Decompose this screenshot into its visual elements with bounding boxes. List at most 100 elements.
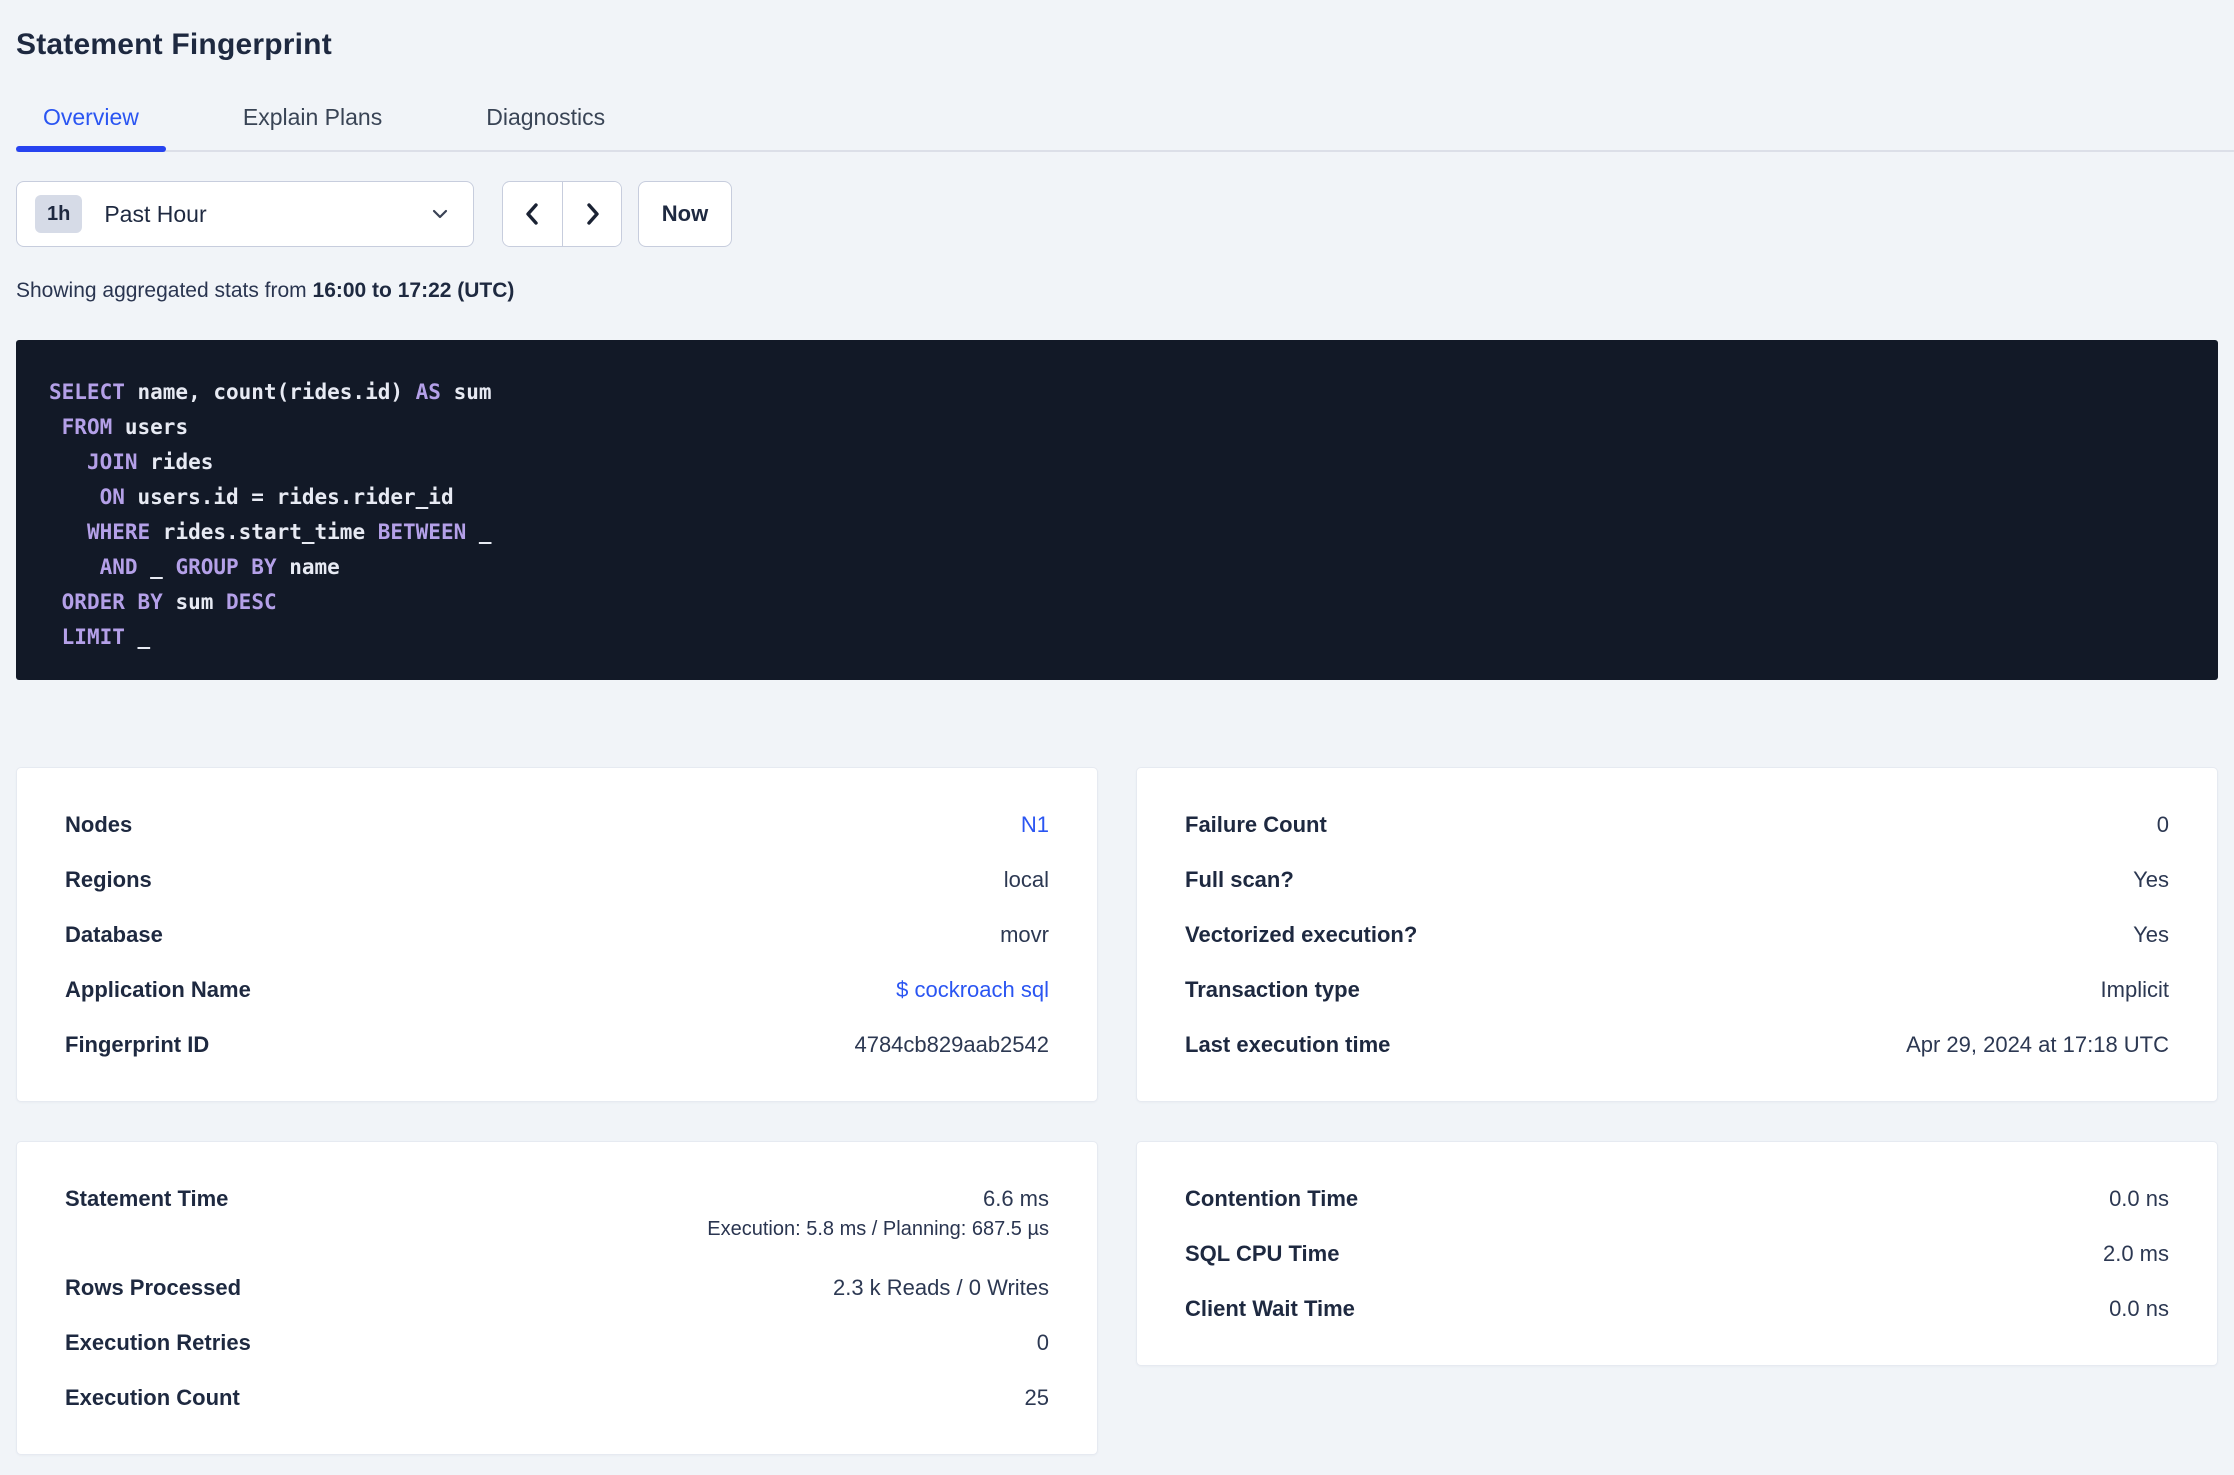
stat-value-block: 25	[1025, 1385, 1049, 1411]
stat-label: SQL CPU Time	[1185, 1240, 1340, 1266]
time-range-dropdown[interactable]: 1h Past Hour	[16, 181, 474, 247]
stat-row-statement-time: Statement Time 6.6 ms Execution: 5.8 ms / …	[65, 1171, 1049, 1260]
sql-text: sum	[162, 590, 227, 614]
stat-value: 0.0 ns	[2109, 1185, 2169, 1211]
next-range-button[interactable]	[562, 182, 621, 246]
stat-label: Vectorized execution?	[1185, 921, 1418, 947]
stat-value: Yes	[2133, 866, 2169, 892]
stat-value-block: N1	[1021, 812, 1049, 838]
stat-value: local	[1003, 866, 1049, 892]
stat-row-contention-time: Contention Time 0.0 ns	[1185, 1171, 2169, 1226]
stat-row-last-execution-time: Last execution time Apr 29, 2024 at 17:18…	[1185, 1017, 2169, 1072]
stat-value-block: 2.3 k Reads / 0 Writes	[833, 1275, 1049, 1301]
sql-text: users	[112, 415, 189, 439]
sql-text: _	[137, 555, 176, 579]
stat-label: Full scan?	[1185, 866, 1294, 892]
stat-label: Execution Retries	[65, 1329, 251, 1355]
sql-keyword: GROUP BY	[175, 555, 277, 579]
sql-keyword: ON	[99, 485, 125, 509]
stat-row-rows-processed: Rows Processed 2.3 k Reads / 0 Writes	[65, 1260, 1049, 1315]
stat-value: 2.3 k Reads / 0 Writes	[832, 1274, 1049, 1300]
tab-explain-plans[interactable]: Explain Plans	[216, 88, 409, 150]
stat-value-block: movr	[1000, 922, 1049, 948]
stat-value-link[interactable]: N1	[1021, 812, 1049, 838]
stat-value-block: 0	[2157, 812, 2169, 838]
stat-label: Regions	[65, 866, 152, 892]
stat-row-client-wait-time: Client Wait Time 0.0 ns	[1185, 1281, 2169, 1336]
sql-line: WHERE rides.start_time BETWEEN _	[49, 515, 2185, 550]
sql-keyword: ORDER BY	[61, 590, 163, 614]
tab-overview[interactable]: Overview	[16, 88, 166, 152]
chevron-left-icon	[525, 203, 538, 225]
stat-value-block: 0.0 ns	[2109, 1296, 2169, 1322]
stat-value-block: $ cockroach sql	[896, 977, 1049, 1003]
time-range-label: Past Hour	[104, 200, 207, 227]
tab-bar: Overview Explain Plans Diagnostics	[16, 88, 2234, 152]
sql-text: rides	[137, 450, 214, 474]
previous-range-button[interactable]	[503, 182, 562, 246]
statement-times-card: Statement Time 6.6 ms Execution: 5.8 ms / …	[16, 1141, 1098, 1455]
sql-text: users.id = rides.rider_id	[124, 485, 454, 509]
stat-value: Apr 29, 2024 at 17:18 UTC	[1906, 1031, 2169, 1057]
stat-row-failure-count: Failure Count 0	[1185, 797, 2169, 852]
stat-label: Fingerprint ID	[65, 1031, 210, 1057]
aggregated-stats-line: Showing aggregated stats from 16:00 to 1…	[16, 278, 2218, 304]
statement-fingerprint-page: Statement Fingerprint Overview Explain Pl…	[0, 0, 2234, 1475]
stat-row-vectorized-execution: Vectorized execution? Yes	[1185, 907, 2169, 962]
stat-value-block: Yes	[2133, 922, 2169, 948]
aggregated-stats-range: 16:00 to 17:22 (UTC)	[312, 279, 515, 302]
sql-line: LIMIT _	[49, 620, 2185, 655]
sql-line: AND _ GROUP BY name	[49, 550, 2185, 585]
now-button[interactable]: Now	[638, 181, 732, 247]
sql-keyword: DESC	[226, 590, 277, 614]
stat-label: Contention Time	[1185, 1185, 1359, 1211]
stat-value-block: 6.6 ms Execution: 5.8 ms / Planning: 687.…	[707, 1184, 1049, 1241]
stat-value: 0	[2156, 811, 2169, 837]
stat-value: 0.0 ns	[2109, 1295, 2169, 1321]
stat-label: Application Name	[65, 976, 251, 1002]
sql-text: name	[276, 555, 340, 579]
time-range-badge: 1h	[35, 195, 83, 233]
sql-keyword: BETWEEN	[377, 520, 467, 544]
summary-cards-grid: Nodes N1 Regions local Database movr Applicati…	[16, 767, 2218, 1455]
stat-label: Rows Processed	[65, 1274, 242, 1300]
sql-keyword: LIMIT	[61, 625, 125, 649]
stat-label: Database	[65, 921, 163, 947]
stat-label: Transaction type	[1185, 976, 1360, 1002]
stat-row-execution-count: Execution Count 25	[65, 1370, 1049, 1425]
stat-label: Nodes	[65, 811, 133, 837]
sql-line: ORDER BY sum DESC	[49, 585, 2185, 620]
sql-text: _	[466, 520, 492, 544]
stat-label: Last execution time	[1185, 1031, 1391, 1057]
stat-row-database: Database movr	[65, 907, 1049, 962]
stat-label: Failure Count	[1185, 811, 1327, 837]
stat-row-full-scan: Full scan? Yes	[1185, 852, 2169, 907]
stat-value-block: 2.0 ms	[2103, 1241, 2169, 1267]
stat-value: 6.6 ms	[982, 1186, 1049, 1211]
statement-details-card: Nodes N1 Regions local Database movr Applicati…	[16, 767, 1098, 1102]
stat-value: 0	[1036, 1329, 1049, 1355]
stat-row-fingerprint-id: Fingerprint ID 4784cb829aab2542	[65, 1017, 1049, 1072]
tab-diagnostics[interactable]: Diagnostics	[459, 88, 632, 150]
sql-keyword: AND	[99, 555, 138, 579]
time-toolbar: 1h Past Hour Now	[16, 181, 2218, 247]
wait-times-card: Contention Time 0.0 ns SQL CPU Time 2.0 ms C…	[1136, 1141, 2218, 1366]
aggregated-stats-prefix: Showing aggregated stats from	[16, 279, 313, 302]
stat-value-block: Yes	[2133, 867, 2169, 893]
sql-keyword: FROM	[61, 415, 113, 439]
stat-row-nodes: Nodes N1	[65, 797, 1049, 852]
sql-text: sum	[440, 380, 492, 404]
sql-keyword: JOIN	[86, 450, 138, 474]
stat-value: Yes	[2133, 921, 2169, 947]
stat-value-block: Implicit	[2101, 977, 2169, 1003]
execution-attributes-card: Failure Count 0 Full scan? Yes Vectorized ex…	[1136, 767, 2218, 1102]
stat-value: 4784cb829aab2542	[854, 1031, 1049, 1057]
stat-value-link[interactable]: $ cockroach sql	[896, 977, 1049, 1003]
stat-value-block: local	[1004, 867, 1049, 893]
